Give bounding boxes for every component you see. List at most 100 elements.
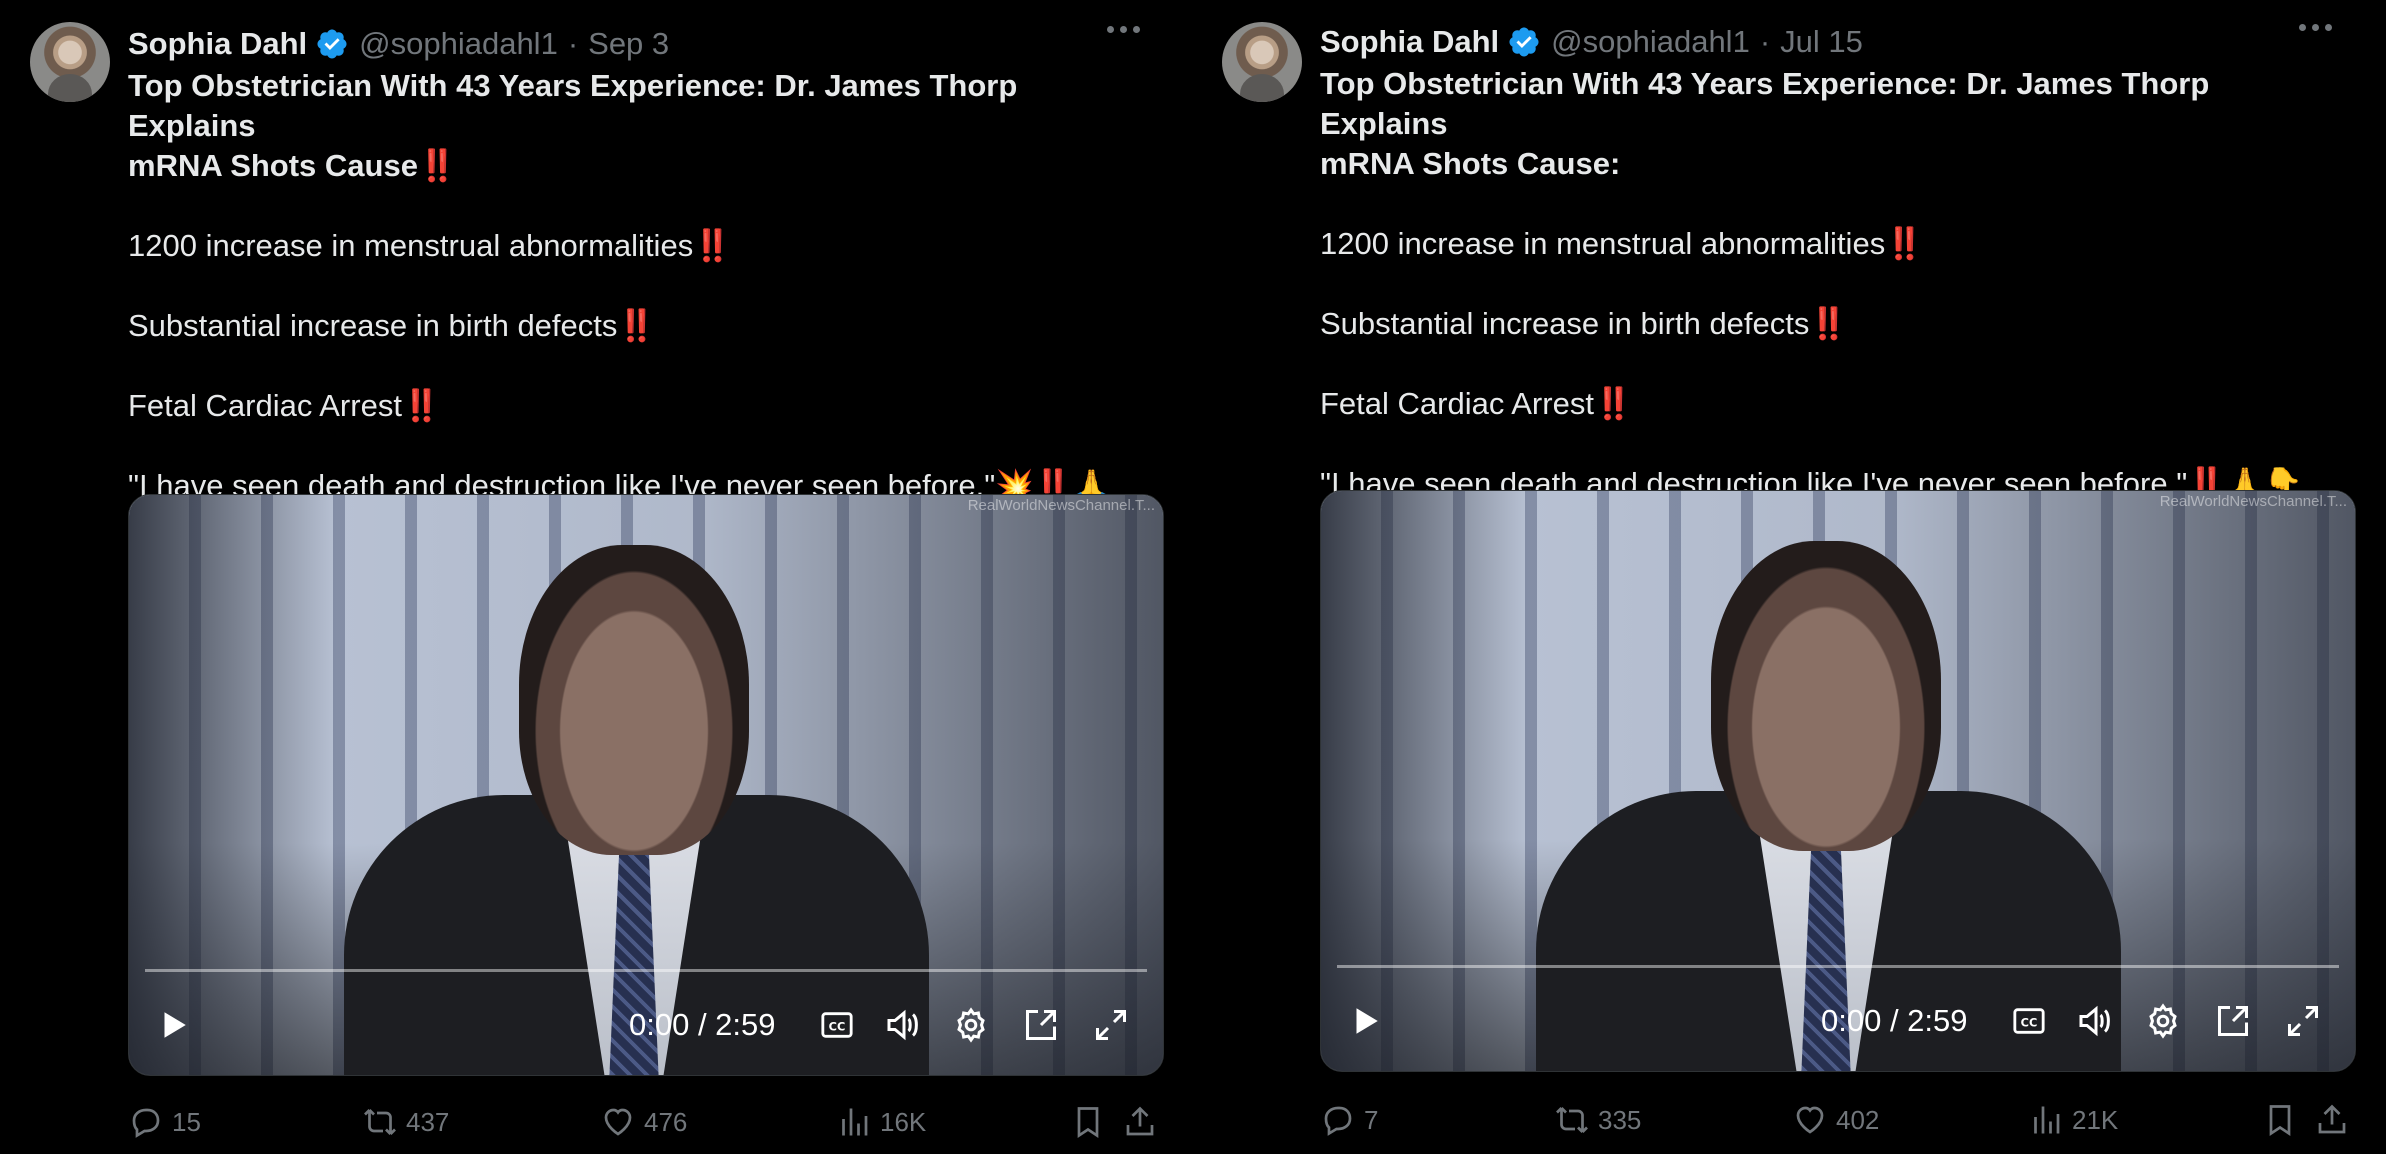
play-icon[interactable] (1343, 999, 1387, 1043)
tweet-title: Top Obstetrician With 43 Years Experienc… (128, 66, 1148, 186)
reply-count: 15 (172, 1106, 201, 1137)
repost-icon (1556, 1107, 1588, 1133)
video-progress-bar[interactable] (1337, 965, 2339, 968)
views-button[interactable]: 21K (2028, 1098, 2118, 1142)
repost-button[interactable]: 437 (362, 1100, 449, 1144)
emphasis-mark: ‼️ (1593, 386, 1633, 421)
repost-icon (364, 1109, 396, 1135)
views-button[interactable]: 16K (836, 1100, 926, 1144)
captions-icon[interactable]: CC (815, 1003, 859, 1047)
tweet-header: Sophia Dahl @sophiadahl1 · Jul 15 (1320, 20, 1863, 64)
separator: · (1759, 24, 1771, 59)
verified-badge-icon (317, 29, 347, 59)
video-time: 0:00 / 2:59 (1821, 1003, 1968, 1038)
video-progress-bar[interactable] (145, 969, 1147, 972)
video-person-head (1711, 541, 1941, 851)
svg-text:CC: CC (829, 1020, 846, 1034)
video-person-head (519, 545, 749, 855)
title-emphasis: ‼️ (417, 148, 457, 183)
title-line-2: mRNA Shots Cause (128, 148, 418, 183)
settings-gear-icon[interactable] (949, 1003, 993, 1047)
tweet-date[interactable]: Sep 3 (588, 26, 669, 62)
bookmark-button[interactable] (2262, 1098, 2306, 1142)
line-1-text: 1200 increase in menstrual abnormalities (1320, 226, 1886, 261)
line-birth-defects: Substantial increase in birth defects‼️ (1320, 304, 2340, 344)
share-icon (1126, 1106, 1154, 1136)
settings-gear-icon[interactable] (2141, 999, 2185, 1043)
line-3-text: Fetal Cardiac Arrest (128, 388, 402, 423)
line-3-text: Fetal Cardiac Arrest (1320, 386, 1594, 421)
title-line-2: mRNA Shots Cause: (1320, 146, 1621, 181)
play-icon[interactable] (151, 1003, 195, 1047)
reply-count: 7 (1364, 1104, 1379, 1135)
views-icon (842, 1108, 868, 1136)
video-watermark: RealWorldNewsChannel.T... (967, 497, 1155, 514)
tweet-card[interactable]: Sophia Dahl @sophiadahl1 · Sep 3 Top Obs… (0, 0, 1164, 1154)
author-handle[interactable]: @sophiadahl1 (1551, 24, 1750, 60)
like-button[interactable]: 476 (600, 1100, 687, 1144)
emphasis-mark: ‼️ (617, 308, 656, 343)
emphasis-mark: ‼️ (1809, 306, 1848, 341)
views-icon (2034, 1106, 2060, 1134)
reply-icon (132, 1108, 160, 1138)
emphasis-mark: ‼️ (401, 388, 441, 423)
more-options-icon[interactable] (2299, 24, 2332, 31)
reply-icon (1324, 1106, 1352, 1136)
emphasis-mark: ‼️ (1885, 226, 1924, 261)
tweet-title: Top Obstetrician With 43 Years Experienc… (1320, 64, 2340, 184)
emphasis-mark: ‼️ (693, 228, 732, 263)
tweet-header: Sophia Dahl @sophiadahl1 · Sep 3 (128, 22, 669, 66)
like-count: 476 (644, 1106, 688, 1137)
author-name[interactable]: Sophia Dahl (128, 26, 307, 62)
reply-button[interactable]: 15 (128, 1100, 201, 1144)
title-line-1: Top Obstetrician With 43 Years Experienc… (128, 68, 1018, 143)
tweet-text: Top Obstetrician With 43 Years Experienc… (1320, 64, 2340, 504)
tweet-text: Top Obstetrician With 43 Years Experienc… (128, 66, 1148, 546)
volume-icon[interactable] (2071, 999, 2121, 1043)
fullscreen-icon[interactable] (1089, 1003, 1133, 1047)
share-button[interactable] (2314, 1098, 2358, 1142)
line-2-text: Substantial increase in birth defects (128, 308, 618, 343)
reply-button[interactable]: 7 (1320, 1098, 1378, 1142)
like-icon (1796, 1106, 1824, 1134)
avatar[interactable] (1222, 22, 1302, 102)
line-fetal: Fetal Cardiac Arrest‼️ (128, 386, 1148, 426)
views-count: 16K (880, 1106, 927, 1137)
line-1-text: 1200 increase in menstrual abnormalities (128, 228, 694, 263)
avatar[interactable] (30, 22, 110, 102)
fullscreen-icon[interactable] (2281, 999, 2325, 1043)
video-time: 0:00 / 2:59 (629, 1007, 776, 1042)
video-player[interactable]: RealWorldNewsChannel.T... 0:00 / 2:59 CC (1320, 490, 2356, 1072)
author-name[interactable]: Sophia Dahl (1320, 24, 1499, 60)
more-options-icon[interactable] (1107, 26, 1140, 33)
repost-count: 437 (406, 1106, 450, 1137)
line-menstrual: 1200 increase in menstrual abnormalities… (1320, 224, 2340, 264)
separator: · (567, 26, 579, 61)
captions-icon[interactable]: CC (2007, 999, 2051, 1043)
views-count: 21K (2072, 1104, 2119, 1135)
line-2-text: Substantial increase in birth defects (1320, 306, 1810, 341)
repost-button[interactable]: 335 (1554, 1098, 1641, 1142)
line-fetal: Fetal Cardiac Arrest‼️ (1320, 384, 2340, 424)
bookmark-icon (2269, 1105, 2291, 1137)
video-controls: 0:00 / 2:59 CC (1321, 991, 2355, 1051)
tweet-actions: 7 335 402 21K (1320, 1098, 2354, 1142)
author-handle[interactable]: @sophiadahl1 (359, 26, 558, 62)
verified-badge-icon (1509, 27, 1539, 57)
svg-text:CC: CC (2021, 1016, 2038, 1030)
like-button[interactable]: 402 (1792, 1098, 1879, 1142)
picture-in-picture-icon[interactable] (2211, 999, 2255, 1043)
video-player[interactable]: RealWorldNewsChannel.T... 0:00 / 2:59 CC (128, 494, 1164, 1076)
share-button[interactable] (1122, 1100, 1166, 1144)
bookmark-button[interactable] (1070, 1100, 1114, 1144)
like-icon (604, 1108, 632, 1136)
picture-in-picture-icon[interactable] (1019, 1003, 1063, 1047)
tweet-date[interactable]: Jul 15 (1780, 24, 1863, 60)
video-watermark: RealWorldNewsChannel.T... (2159, 493, 2347, 510)
bookmark-icon (1077, 1107, 1099, 1139)
line-birth-defects: Substantial increase in birth defects‼️ (128, 306, 1148, 346)
tweet-card[interactable]: Sophia Dahl @sophiadahl1 · Jul 15 Top Ob… (1192, 0, 2356, 1154)
share-icon (2318, 1104, 2346, 1134)
volume-icon[interactable] (879, 1003, 929, 1047)
video-controls: 0:00 / 2:59 CC (129, 995, 1163, 1055)
